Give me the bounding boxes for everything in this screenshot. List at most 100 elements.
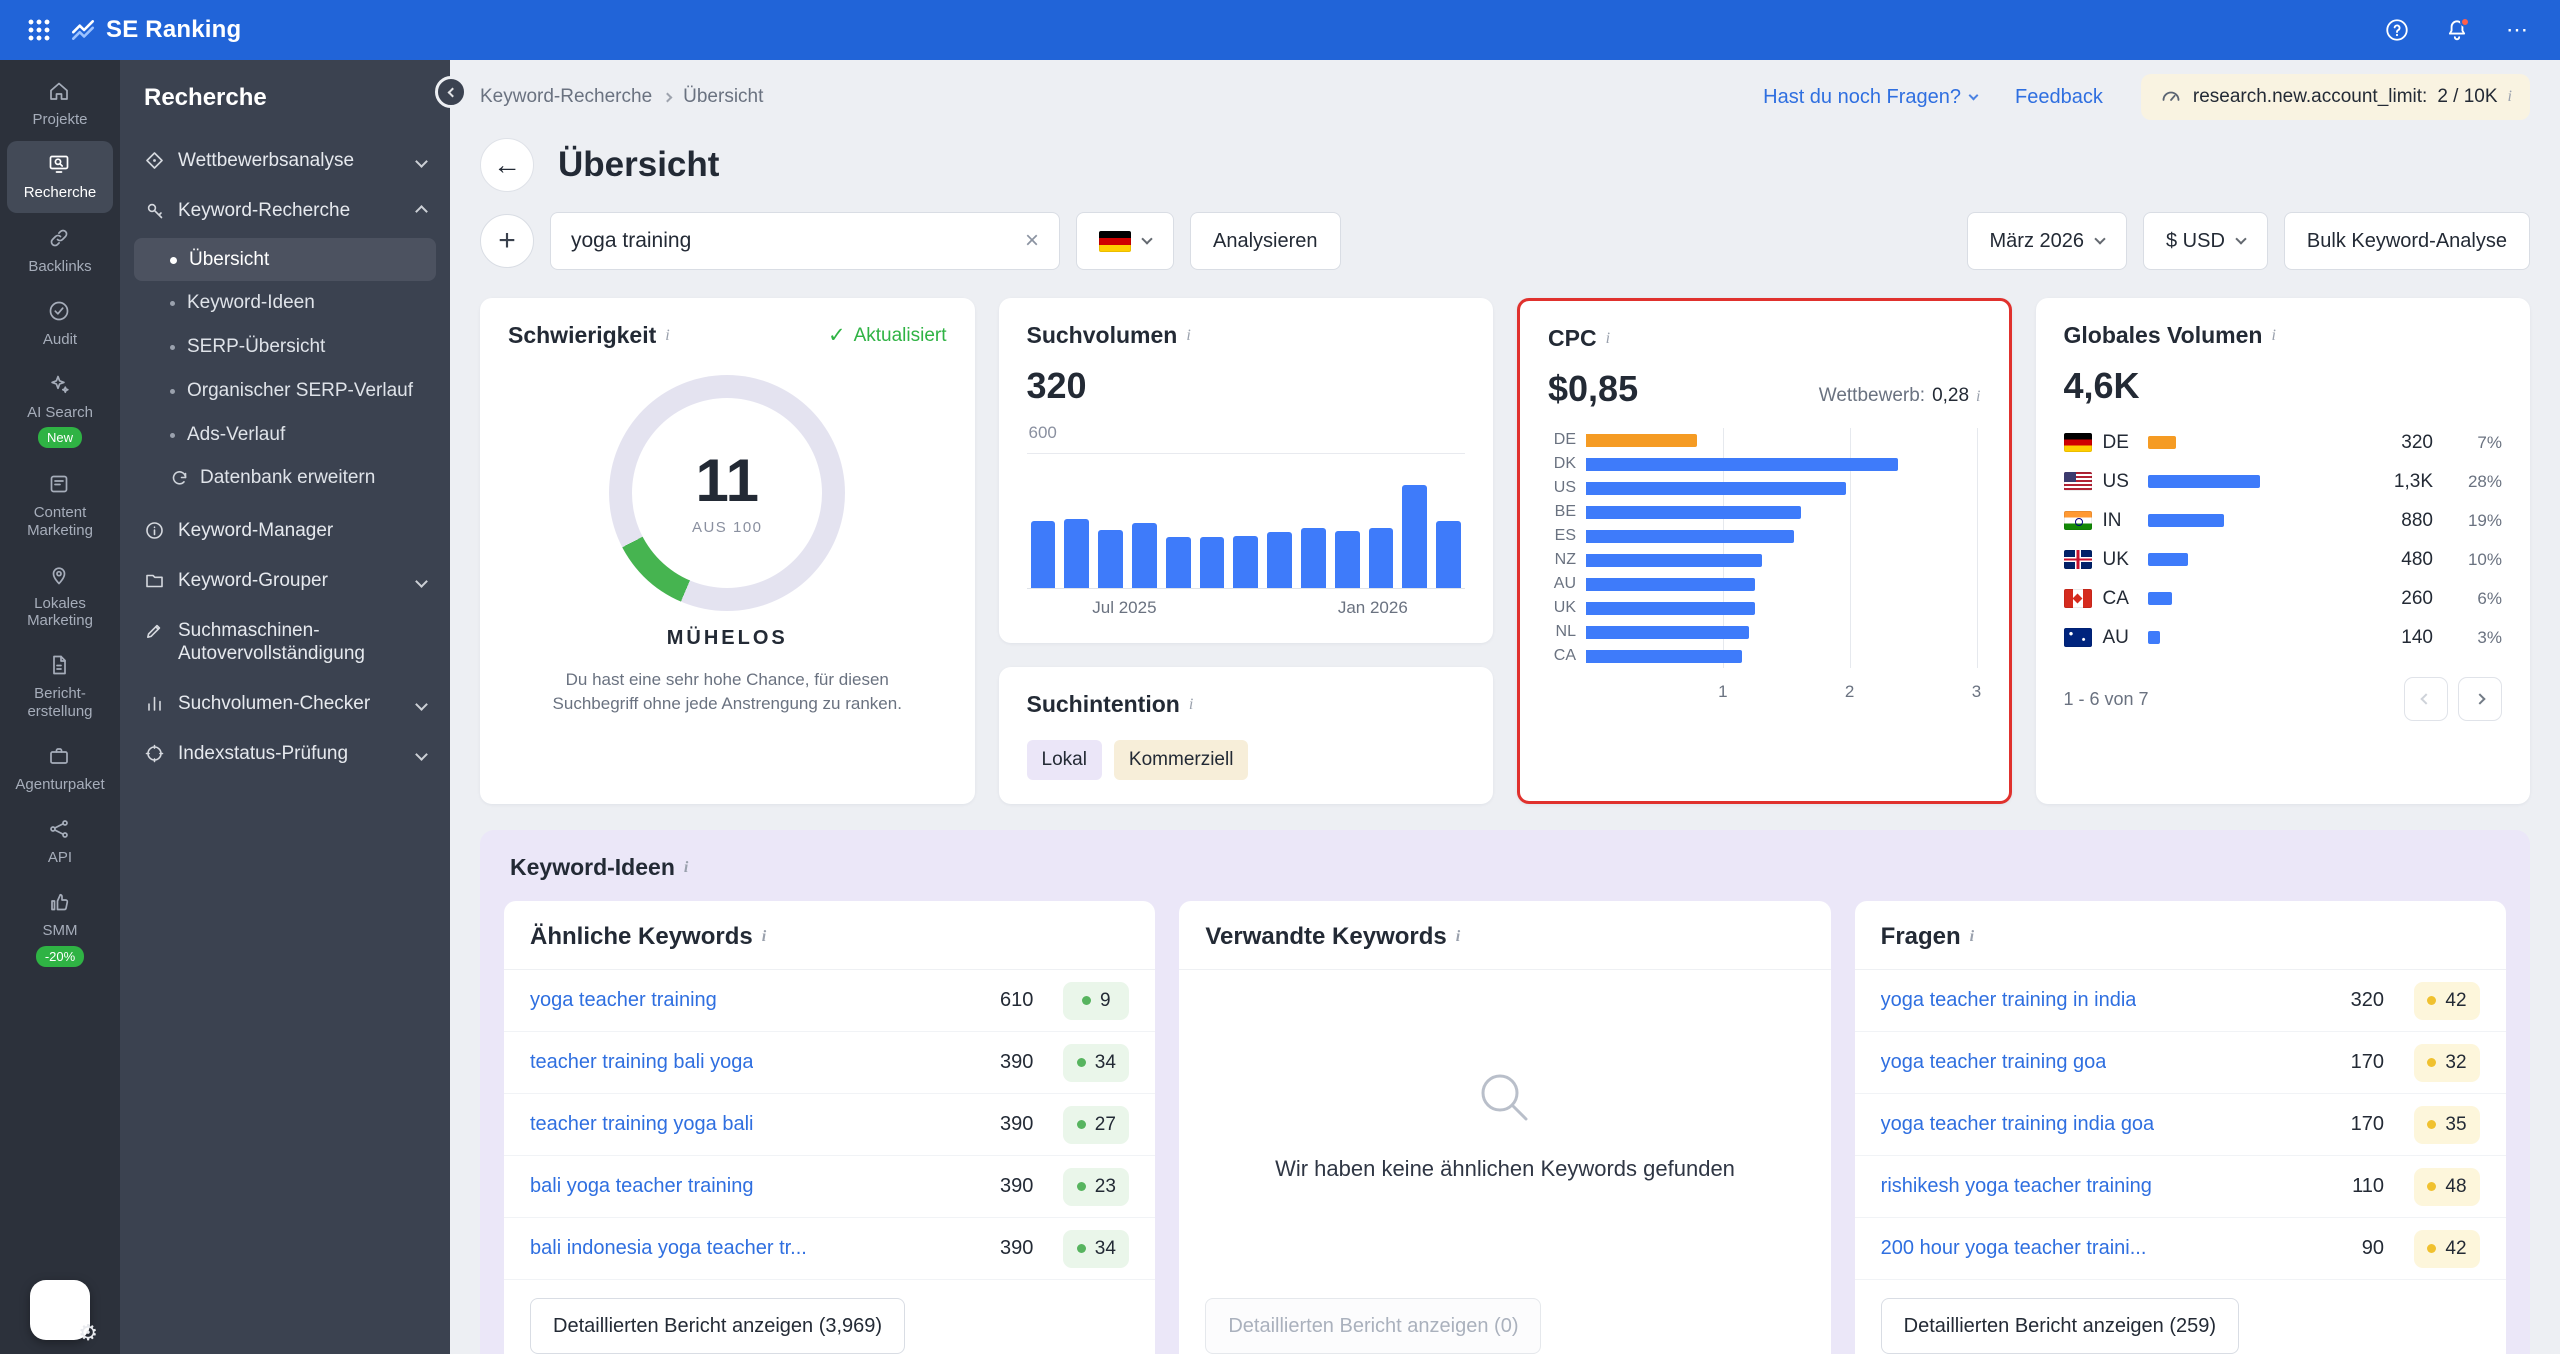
help-icon[interactable] bbox=[2382, 15, 2412, 45]
panel-item-keyword-manager[interactable]: Keyword-Manager bbox=[134, 506, 436, 556]
detailed-report-button[interactable]: Detaillierten Bericht anzeigen (3,969) bbox=[530, 1298, 906, 1354]
gear-icon[interactable]: ⚙ bbox=[78, 1320, 98, 1346]
info-icon[interactable]: i bbox=[684, 859, 688, 877]
keyword-link[interactable]: yoga teacher training in india bbox=[1881, 989, 2137, 1012]
currency-select[interactable]: $ USD bbox=[2143, 212, 2268, 270]
info-icon[interactable]: i bbox=[1186, 327, 1190, 345]
add-keyword-button[interactable]: + bbox=[480, 214, 534, 268]
sidebar-item-content-marketing[interactable]: Content Marketing bbox=[7, 461, 113, 550]
info-icon[interactable]: i bbox=[762, 928, 766, 946]
sidebar-item-api[interactable]: API bbox=[7, 806, 113, 877]
secondary-sidebar: Recherche Wettbewerbsanalyse Keyword-Rec… bbox=[120, 60, 450, 1354]
cpc-value: $0,85 bbox=[1548, 368, 1639, 409]
breadcrumb-item-current: Übersicht bbox=[683, 86, 764, 107]
panel-subitem-serp-uebersicht[interactable]: SERP-Übersicht bbox=[134, 325, 436, 369]
difficulty-card: Schwierigkeit i ✓ Aktualisiert 11 AUS 10… bbox=[480, 298, 975, 804]
back-button[interactable]: ← bbox=[480, 138, 534, 192]
flag-us-icon bbox=[2063, 472, 2092, 491]
sidebar-item-label: AI Search bbox=[27, 404, 93, 421]
questions-dropdown[interactable]: Hast du noch Fragen? bbox=[1763, 86, 1979, 109]
panel-title: Recherche bbox=[144, 84, 267, 111]
clear-input-icon[interactable]: × bbox=[1023, 227, 1041, 255]
keyword-row: teacher training yoga bali 390 27 bbox=[504, 1094, 1156, 1156]
panel-subitem-keyword-ideen[interactable]: Keyword-Ideen bbox=[134, 281, 436, 325]
sidebar-collapse-button[interactable] bbox=[435, 76, 467, 108]
keyword-link[interactable]: yoga teacher training goa bbox=[1881, 1051, 2107, 1074]
apps-grid-icon[interactable] bbox=[28, 19, 50, 41]
info-icon[interactable]: i bbox=[665, 327, 669, 345]
difficulty-dot-icon bbox=[1076, 1058, 1086, 1067]
panel-item-suchmaschinen-autovervollstaendigung[interactable]: Suchmaschinen-Autovervollständigung bbox=[134, 606, 436, 680]
pagination-next-button[interactable] bbox=[2458, 677, 2502, 721]
breadcrumb-item[interactable]: Keyword-Recherche bbox=[480, 86, 652, 108]
panel-item-wettbewerbsanalyse[interactable]: Wettbewerbsanalyse bbox=[134, 136, 436, 186]
keyword-link[interactable]: yoga teacher training bbox=[530, 989, 717, 1012]
similar-keywords-card: Ähnliche Keywords i yoga teacher trainin… bbox=[504, 901, 1156, 1354]
info-icon[interactable]: i bbox=[1189, 696, 1193, 714]
panel-subitem-ads-verlauf[interactable]: Ads-Verlauf bbox=[134, 413, 436, 457]
panel-item-label: Suchmaschinen-Autovervollständigung bbox=[178, 619, 365, 665]
global-volume-row: UK 480 10% bbox=[2063, 540, 2502, 579]
feedback-link[interactable]: Feedback bbox=[2015, 86, 2103, 109]
panel-subitem-organischer-serp-verlauf[interactable]: Organischer SERP-Verlauf bbox=[134, 369, 436, 413]
keyword-link[interactable]: rishikesh yoga teacher training bbox=[1881, 1175, 2152, 1198]
difficulty-badge: 34 bbox=[1063, 1229, 1130, 1268]
info-icon[interactable]: i bbox=[1606, 330, 1610, 348]
primary-sidebar: Projekte Recherche Backlinks Audit AI Se… bbox=[0, 60, 120, 1354]
keyword-link[interactable]: bali yoga teacher training bbox=[530, 1175, 753, 1198]
info-icon[interactable]: i bbox=[2508, 88, 2512, 106]
sidebar-item-backlinks[interactable]: Backlinks bbox=[7, 215, 113, 286]
keyword-row: yoga teacher training india goa 170 35 bbox=[1854, 1094, 2506, 1156]
competition-number: 0,28 bbox=[1932, 385, 1970, 406]
country-code: CA bbox=[2102, 587, 2129, 609]
more-menu-icon[interactable]: ⋯ bbox=[2502, 15, 2532, 45]
country-select[interactable] bbox=[1076, 212, 1174, 270]
sidebar-item-ai-search[interactable]: AI Search New bbox=[7, 361, 113, 459]
info-icon[interactable]: i bbox=[2271, 327, 2275, 345]
notifications-bell-icon[interactable] bbox=[2442, 15, 2472, 45]
keyword-input[interactable] bbox=[569, 228, 1023, 254]
difficulty-dot-icon bbox=[2427, 1058, 2437, 1067]
sidebar-item-audit[interactable]: Audit bbox=[7, 288, 113, 359]
pagination-prev-button[interactable] bbox=[2404, 677, 2448, 721]
difficulty-badge: 32 bbox=[2413, 1043, 2480, 1082]
bulk-analysis-button[interactable]: Bulk Keyword-Analyse bbox=[2283, 212, 2530, 270]
info-icon[interactable]: i bbox=[1970, 928, 1974, 946]
keyword-link[interactable]: yoga teacher training india goa bbox=[1881, 1113, 2155, 1136]
keyword-link[interactable]: teacher training yoga bali bbox=[530, 1113, 753, 1136]
panel-item-keyword-grouper[interactable]: Keyword-Grouper bbox=[134, 556, 436, 606]
panel-item-indexstatus-pruefung[interactable]: Indexstatus-Prüfung bbox=[134, 729, 436, 779]
keyword-link[interactable]: 200 hour yoga teacher traini... bbox=[1881, 1237, 2147, 1260]
panel-subitem-datenbank-erweitern[interactable]: Datenbank erweitern bbox=[134, 456, 436, 500]
card-title: Verwandte Keywords bbox=[1205, 923, 1447, 950]
info-icon[interactable]: i bbox=[1456, 928, 1460, 946]
volume-bar bbox=[2147, 631, 2160, 644]
sidebar-item-label: Backlinks bbox=[28, 257, 92, 275]
difficulty-dot-icon bbox=[2427, 1120, 2437, 1129]
sidebar-item-label: Bericht-erstellung bbox=[27, 685, 93, 720]
brand[interactable]: SE Ranking bbox=[70, 16, 241, 44]
period-select[interactable]: März 2026 bbox=[1966, 212, 2127, 270]
panel-item-suchvolumen-checker[interactable]: Suchvolumen-Checker bbox=[134, 679, 436, 729]
period-label: März 2026 bbox=[1989, 229, 2085, 252]
keyword-link[interactable]: bali indonesia yoga teacher tr... bbox=[530, 1237, 807, 1260]
account-limit-pill[interactable]: research.new.account_limit: 2 / 10K i bbox=[2140, 74, 2530, 120]
info-icon[interactable]: i bbox=[1976, 388, 1980, 406]
notification-dot bbox=[2460, 17, 2470, 27]
analyze-button[interactable]: Analysieren bbox=[1190, 212, 1341, 270]
panel-item-keyword-recherche[interactable]: Keyword-Recherche bbox=[134, 186, 436, 236]
country-code: AU bbox=[2102, 626, 2129, 648]
panel-subitem-uebersicht[interactable]: Übersicht bbox=[134, 237, 436, 282]
target-diamond-icon bbox=[146, 152, 163, 169]
sidebar-item-smm[interactable]: SMM -20% bbox=[7, 879, 113, 977]
detailed-report-button[interactable]: Detaillierten Bericht anzeigen (259) bbox=[1880, 1298, 2240, 1354]
sidebar-item-recherche[interactable]: Recherche bbox=[7, 141, 113, 213]
sidebar-item-berichterstellung[interactable]: Bericht-erstellung bbox=[7, 642, 113, 731]
sidebar-item-lokales-marketing[interactable]: Lokales Marketing bbox=[7, 552, 113, 641]
keyword-link[interactable]: teacher training bali yoga bbox=[530, 1051, 753, 1074]
sidebar-item-projekte[interactable]: Projekte bbox=[7, 68, 113, 139]
chat-widget[interactable]: ⚙ bbox=[30, 1280, 98, 1345]
detailed-report-button-disabled[interactable]: Detaillierten Bericht anzeigen (0) bbox=[1205, 1298, 1542, 1354]
sidebar-item-agenturpaket[interactable]: Agenturpaket bbox=[7, 733, 113, 804]
chevron-left-icon bbox=[447, 87, 458, 97]
